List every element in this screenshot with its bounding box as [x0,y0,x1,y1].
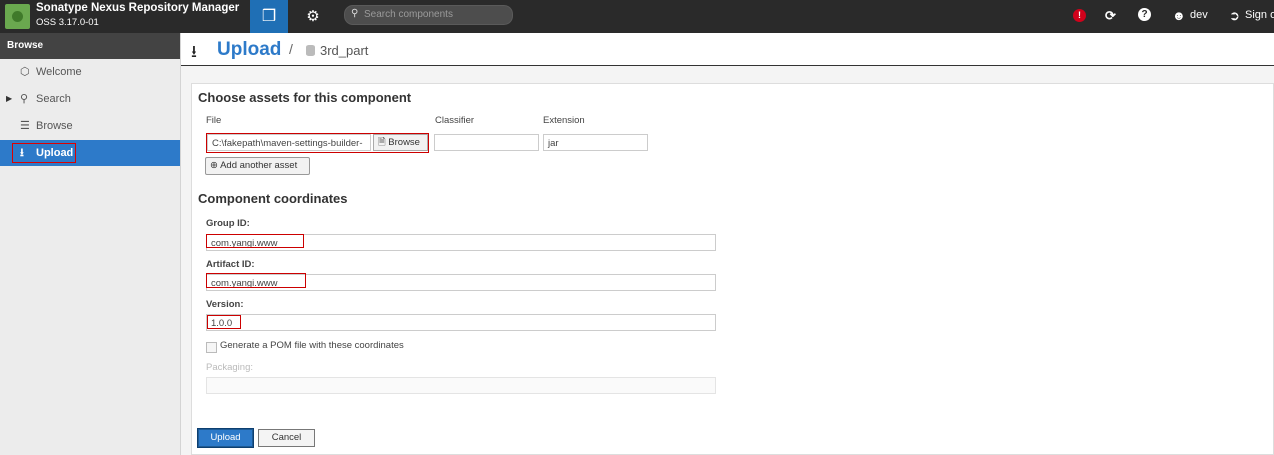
packaging-label: Packaging: [206,362,254,373]
packaging-field[interactable] [206,377,716,394]
signout-icon[interactable]: ➲ [1229,8,1240,24]
gear-icon[interactable]: ⚙ [299,0,327,33]
database-icon: ☰ [20,120,30,132]
content-area: Choose assets for this component File Cl… [181,66,1274,455]
upload-button[interactable]: Upload [198,429,253,447]
signout-link[interactable]: Sign out [1245,9,1274,21]
help-icon[interactable]: ? [1138,8,1151,21]
sidebar-item-search[interactable]: ▶ ⚲ Search [0,86,180,112]
file-highlight-box [206,133,429,153]
app-title: Sonatype Nexus Repository Manager [36,2,240,14]
top-bar: Sonatype Nexus Repository Manager OSS 3.… [0,0,1274,33]
sidebar-header: Browse [0,33,180,59]
upload-icon: ⭳ [20,147,24,159]
page-title[interactable]: Upload [217,39,281,61]
sidebar-item-label: Browse [36,120,73,132]
version-label: Version: [206,299,244,310]
cancel-button[interactable]: Cancel [258,429,315,447]
expand-arrow-icon[interactable]: ▶ [6,86,12,112]
app-version: OSS 3.17.0-01 [36,17,99,28]
sidebar-item-browse[interactable]: ☰ Browse [0,113,180,139]
breadcrumb: ⭳ Upload / 3rd_part [181,33,1274,66]
sidebar-item-upload[interactable]: ⭳ Upload [0,140,180,166]
sidebar: Browse ⬡ Welcome ▶ ⚲ Search ☰ Browse ⭳ U… [0,33,181,455]
extension-label: Extension [543,115,585,126]
sidebar-item-label: Upload [36,147,74,159]
classifier-label: Classifier [435,115,475,126]
cube-icon[interactable]: ❒ [250,0,288,33]
search-icon: ⚲ [351,8,359,19]
upload-icon: ⭳ [191,42,197,61]
user-name[interactable]: dev [1190,9,1208,21]
extension-field[interactable]: jar [543,134,648,151]
assets-section-title: Choose assets for this component [198,90,412,105]
file-label: File [206,115,222,126]
upload-form: Choose assets for this component File Cl… [191,83,1274,455]
generate-pom-label: Generate a POM file with these coordinat… [220,340,404,351]
generate-pom-checkbox[interactable] [206,342,217,353]
search-box[interactable]: ⚲ [344,5,513,25]
nexus-logo[interactable] [5,4,30,29]
user-icon[interactable]: ☻ [1172,8,1186,23]
sidebar-item-label: Welcome [36,66,82,78]
add-asset-button[interactable]: ⊕ Add another asset [205,157,310,175]
search-input[interactable] [364,7,504,22]
artifact-id-label: Artifact ID: [206,259,255,270]
plus-circle-icon: ⊕ [210,160,218,171]
breadcrumb-separator: / [289,41,293,57]
sidebar-item-welcome[interactable]: ⬡ Welcome [0,59,180,85]
group-highlight-box [206,234,304,248]
version-field[interactable]: 1.0.0 [206,314,716,331]
artifact-highlight-box [206,273,306,288]
add-asset-label: Add another asset [220,160,298,171]
version-highlight-box [207,315,241,329]
refresh-icon[interactable]: ⟳ [1105,8,1116,24]
coordinates-section-title: Component coordinates [198,191,348,206]
sidebar-item-label: Search [36,93,71,105]
classifier-field[interactable] [434,134,539,151]
hexagon-icon: ⬡ [20,66,30,78]
group-id-label: Group ID: [206,218,250,229]
database-icon [306,45,315,56]
breadcrumb-repository: 3rd_part [320,43,369,58]
alert-icon[interactable]: ! [1073,9,1086,22]
search-icon: ⚲ [20,93,29,105]
